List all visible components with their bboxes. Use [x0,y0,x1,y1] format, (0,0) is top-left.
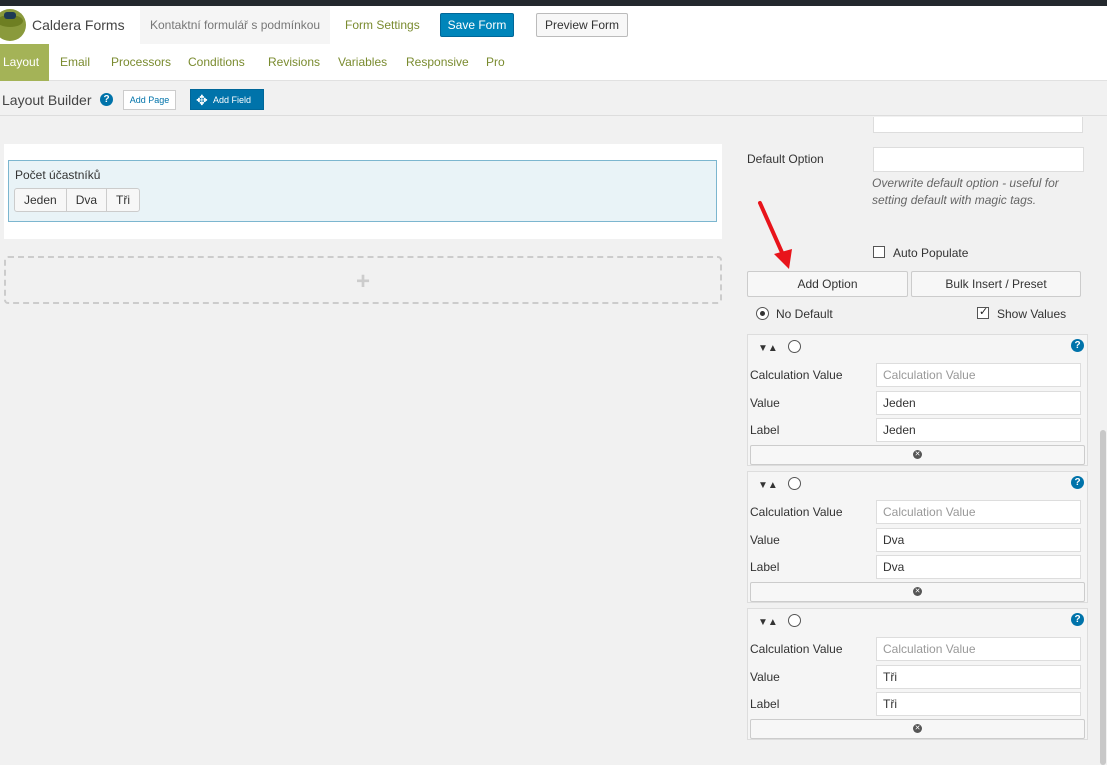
toggle-option[interactable]: Dva [67,189,108,211]
label-input[interactable]: Dva [876,555,1081,579]
value-input[interactable]: Tři [876,665,1081,689]
value-label: Value [750,533,780,547]
toggle-button-group: Jeden Dva Tři [14,188,141,212]
remove-option-button[interactable]: ✕ [750,719,1085,739]
sort-handle-icon[interactable]: ▼▲ [758,480,778,491]
field-config-panel: Default Option Overwrite default option … [738,117,1107,765]
option-default-radio[interactable] [788,340,801,353]
add-row-dropzone[interactable]: + [4,256,722,304]
value-label: Value [750,670,780,684]
tab-conditions[interactable]: Conditions [188,44,245,81]
help-icon[interactable]: ? [1071,476,1084,489]
tab-processors[interactable]: Processors [111,44,171,81]
tab-pro[interactable]: Pro [486,44,505,81]
toggle-option[interactable]: Tři [107,189,139,211]
default-option-input[interactable] [873,147,1084,172]
default-option-label: Default Option [747,152,824,166]
tab-responsive[interactable]: Responsive [406,44,469,81]
caldera-logo-icon [0,9,26,41]
tab-email[interactable]: Email [60,44,90,81]
partial-input[interactable] [873,117,1083,133]
value-input[interactable]: Jeden [876,391,1081,415]
layout-row: Počet účastníků Jeden Dva Tři [4,144,722,239]
default-option-help: Overwrite default option - useful for se… [872,176,1059,207]
tabs-bar: Layout Email Processors Conditions Revis… [0,44,1107,81]
option-default-radio[interactable] [788,477,801,490]
calculation-value-input[interactable]: Calculation Value [876,500,1081,524]
calculation-value-label: Calculation Value [750,368,843,382]
side-panel-scrollbar[interactable] [1100,430,1106,765]
save-form-button[interactable]: Save Form [440,13,514,37]
tab-revisions[interactable]: Revisions [268,44,320,81]
field-label: Počet účastníků [15,168,101,182]
value-input[interactable]: Dva [876,528,1081,552]
remove-option-button[interactable]: ✕ [750,582,1085,602]
option-card: ▼▲ ? Calculation Value Calculation Value… [747,608,1088,740]
add-option-button[interactable]: Add Option [747,271,908,297]
calculation-value-input[interactable]: Calculation Value [876,363,1081,387]
help-icon[interactable]: ? [100,93,113,106]
form-name[interactable]: Kontaktní formulář s podmínkou [140,6,331,44]
label-input[interactable]: Tři [876,692,1081,716]
calculation-value-input[interactable]: Calculation Value [876,637,1081,661]
label-label: Label [750,560,780,574]
form-settings-link[interactable]: Form Settings [345,18,420,32]
calculation-value-label: Calculation Value [750,642,843,656]
red-arrow-annotation-icon [758,201,792,269]
layout-builder-bar: Layout Builder ? Add Page ✥ Add Field [0,81,1107,116]
sort-handle-icon[interactable]: ▼▲ [758,617,778,628]
app-header: Caldera Forms Kontaktní formulář s podmí… [0,6,1107,44]
close-icon: ✕ [913,587,922,596]
value-label: Value [750,396,780,410]
label-label: Label [750,697,780,711]
add-page-button[interactable]: Add Page [123,90,176,110]
option-card: ▼▲ ? Calculation Value Calculation Value… [747,334,1088,466]
no-default-radio[interactable] [756,307,769,320]
remove-option-button[interactable]: ✕ [750,445,1085,465]
toggle-option[interactable]: Jeden [15,189,67,211]
auto-populate-checkbox[interactable] [873,246,885,258]
close-icon: ✕ [913,450,922,459]
move-icon: ✥ [196,92,208,108]
help-icon[interactable]: ? [1071,339,1084,352]
show-values-label: Show Values [997,307,1067,321]
label-input[interactable]: Jeden [876,418,1081,442]
no-default-label: No Default [776,307,833,321]
add-field-button[interactable]: ✥ Add Field [190,89,264,110]
layout-builder-title: Layout Builder [2,92,92,108]
calculation-value-label: Calculation Value [750,505,843,519]
option-card: ▼▲ ? Calculation Value Calculation Value… [747,471,1088,603]
field-preview[interactable]: Počet účastníků Jeden Dva Tři [8,160,717,222]
option-default-radio[interactable] [788,614,801,627]
close-icon: ✕ [913,724,922,733]
show-values-checkbox[interactable] [977,305,989,319]
label-label: Label [750,423,780,437]
tab-variables[interactable]: Variables [338,44,387,81]
tab-layout[interactable]: Layout [0,44,50,81]
app-title: Caldera Forms [32,17,125,33]
add-field-label: Add Field [213,94,252,105]
help-icon[interactable]: ? [1071,613,1084,626]
auto-populate-label: Auto Populate [893,246,969,260]
sort-handle-icon[interactable]: ▼▲ [758,343,778,354]
bulk-insert-button[interactable]: Bulk Insert / Preset [911,271,1081,297]
plus-icon: + [355,268,370,295]
preview-form-button[interactable]: Preview Form [536,13,628,37]
